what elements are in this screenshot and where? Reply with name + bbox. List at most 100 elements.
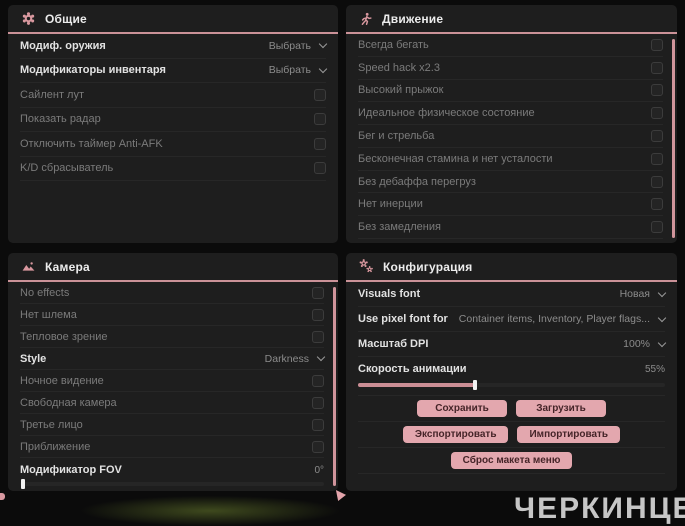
pixel-font-dropdown[interactable]: Container items, Inventory, Player flags… xyxy=(458,313,667,325)
chevron-down-icon xyxy=(657,288,667,297)
chevron-down-icon xyxy=(318,40,328,49)
flower-gear-icon xyxy=(21,11,36,26)
chevron-down-icon xyxy=(657,313,667,322)
config-button-row-2: Экспортировать Импортировать xyxy=(358,422,665,448)
weapon-mod-dropdown[interactable]: Выбрать xyxy=(268,39,328,52)
slider-fill xyxy=(358,383,475,387)
slider-handle[interactable] xyxy=(472,380,477,390)
setting-row-third-person: Третье лицо xyxy=(20,414,324,436)
always-run-checkbox[interactable] xyxy=(651,38,663,51)
visuals-font-dropdown[interactable]: Новая xyxy=(620,288,667,300)
setting-row-visuals-font: Visuals font Новая xyxy=(358,282,667,307)
setting-label: Модификатор FOV xyxy=(20,464,122,476)
setting-row-high-jump: Высокий прыжок xyxy=(358,80,663,103)
setting-label: Нет шлема xyxy=(20,308,77,321)
setting-label: Свободная камера xyxy=(20,396,117,409)
setting-row-run-and-shoot: Бег и стрельба xyxy=(358,125,663,148)
animation-speed-slider[interactable] xyxy=(358,379,665,391)
setting-label: Style xyxy=(20,352,47,365)
running-person-icon xyxy=(359,12,373,26)
dropdown-value: Выбрать xyxy=(268,39,311,52)
setting-label: K/D сбрасыватель xyxy=(20,162,114,175)
setting-row-always-run: Всегда бегать xyxy=(358,34,663,57)
image-mountains-icon xyxy=(21,259,36,274)
perfect-condition-checkbox[interactable] xyxy=(651,107,663,120)
thermal-vision-checkbox[interactable] xyxy=(312,330,324,343)
panel-title: Общие xyxy=(45,11,87,26)
setting-row-zoom: Приближение xyxy=(20,436,324,458)
setting-label: Модиф. оружия xyxy=(20,39,106,52)
setting-label: Use pixel font for xyxy=(358,313,448,325)
dropdown-value: Container items, Inventory, Player flags… xyxy=(458,313,650,325)
setting-row-weapon-mod: Модиф. оружия Выбрать xyxy=(20,34,328,59)
no-overload-debuff-checkbox[interactable] xyxy=(651,175,663,188)
import-button[interactable]: Импортировать xyxy=(517,426,621,443)
third-person-checkbox[interactable] xyxy=(312,418,324,431)
setting-label: Приближение xyxy=(20,440,91,453)
setting-label: Speed hack x2.3 xyxy=(358,61,440,74)
fov-slider[interactable] xyxy=(20,478,324,490)
setting-row-no-helmet: Нет шлема xyxy=(20,304,324,326)
setting-label: Бег и стрельба xyxy=(358,130,435,143)
anti-afk-checkbox[interactable] xyxy=(314,137,326,150)
setting-row-inventory-mods: Модификаторы инвентаря Выбрать xyxy=(20,59,328,83)
slider-handle[interactable] xyxy=(21,479,25,489)
no-effects-checkbox[interactable] xyxy=(312,286,324,299)
setting-label: Высокий прыжок xyxy=(358,84,444,97)
no-inertia-checkbox[interactable] xyxy=(651,198,663,211)
double-gears-icon xyxy=(359,259,374,274)
reset-menu-layout-button[interactable]: Сброс макета меню xyxy=(450,452,573,469)
kd-reset-checkbox[interactable] xyxy=(314,162,326,175)
panel-title: Движение xyxy=(382,11,444,26)
silent-loot-checkbox[interactable] xyxy=(314,88,326,101)
setting-label: Отключить таймер Anti-AFK xyxy=(20,137,163,150)
panel-general-header[interactable]: Общие xyxy=(8,5,338,34)
setting-label: Сайлент лут xyxy=(20,88,84,101)
setting-row-show-radar: Показать радар xyxy=(20,108,326,132)
dropdown-value: Выбрать xyxy=(268,64,311,77)
panel-movement: Движение Всегда бегать Speed hack x2.3 В… xyxy=(346,5,677,243)
setting-row-no-slowdown: Без замедления xyxy=(358,216,663,240)
setting-row-no-effects: No effects xyxy=(20,282,324,304)
setting-label: Показать радар xyxy=(20,113,101,126)
high-jump-checkbox[interactable] xyxy=(651,84,663,97)
setting-row-anti-afk: Отключить таймер Anti-AFK xyxy=(20,132,326,157)
chevron-down-icon xyxy=(318,64,328,73)
style-dropdown[interactable]: Darkness xyxy=(264,352,326,365)
panel-camera-header[interactable]: Камера xyxy=(8,253,338,282)
show-radar-checkbox[interactable] xyxy=(314,113,326,126)
setting-row-infinite-stamina: Бесконечная стамина и нет усталости xyxy=(358,148,663,171)
inventory-mods-dropdown[interactable]: Выбрать xyxy=(268,64,328,77)
fov-value: 0° xyxy=(314,464,324,476)
panel-general: Общие Модиф. оружия Выбрать Модификаторы… xyxy=(8,5,338,243)
setting-label: No effects xyxy=(20,286,70,299)
config-button-row-3: Сброс макета меню xyxy=(358,448,665,474)
setting-label: Идеальное физическое состояние xyxy=(358,107,535,120)
chevron-down-icon xyxy=(316,352,326,362)
no-helmet-checkbox[interactable] xyxy=(312,308,324,321)
night-vision-checkbox[interactable] xyxy=(312,374,324,387)
movement-scrollbar[interactable] xyxy=(672,39,675,238)
no-slowdown-checkbox[interactable] xyxy=(651,221,663,234)
speed-hack-checkbox[interactable] xyxy=(651,61,663,74)
panel-config-header[interactable]: Конфигурация xyxy=(346,253,677,282)
dpi-scale-dropdown[interactable]: 100% xyxy=(623,338,667,350)
setting-row-thermal-vision: Тепловое зрение xyxy=(20,326,324,348)
export-button[interactable]: Экспортировать xyxy=(402,426,509,443)
fov-modifier-block: Модификатор FOV 0° xyxy=(20,458,324,490)
setting-row-night-vision: Ночное видение xyxy=(20,370,324,392)
load-button[interactable]: Загрузить xyxy=(516,400,606,417)
run-and-shoot-checkbox[interactable] xyxy=(651,130,663,143)
save-button[interactable]: Сохранить xyxy=(417,400,507,417)
chevron-down-icon xyxy=(657,338,667,347)
dropdown-value: Darkness xyxy=(264,352,309,365)
animation-speed-block: Скорость анимации 55% xyxy=(358,359,665,396)
setting-row-no-inertia: Нет инерции xyxy=(358,193,663,217)
setting-label: Без замедления xyxy=(358,221,441,234)
free-camera-checkbox[interactable] xyxy=(312,396,324,409)
zoom-checkbox[interactable] xyxy=(312,440,324,453)
infinite-stamina-checkbox[interactable] xyxy=(651,152,663,165)
camera-scrollbar[interactable] xyxy=(333,287,336,486)
setting-label: Нет инерции xyxy=(358,198,423,211)
panel-movement-header[interactable]: Движение xyxy=(346,5,677,34)
